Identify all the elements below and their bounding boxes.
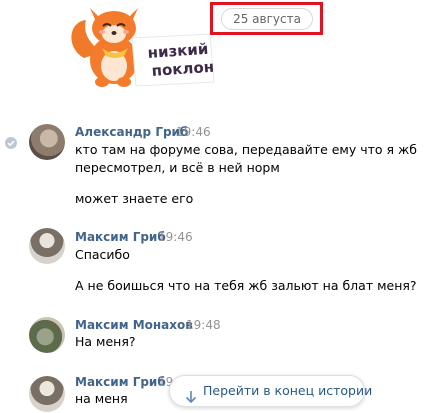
message-text: пересмотрел, и всё в ней норм: [75, 160, 280, 175]
message-text: кто там на форуме сова, передавайте ему …: [75, 142, 417, 157]
jump-to-end-button[interactable]: Перейти в конец истории: [169, 375, 372, 407]
jump-to-end-label: Перейти в конец истории: [203, 383, 373, 398]
read-check-icon[interactable]: [5, 137, 17, 149]
fox-sticker[interactable]: низкий поклон: [62, 0, 222, 92]
message-text: на меня: [75, 391, 128, 406]
message-text: может знаете его: [75, 191, 194, 206]
message-text: На меня?: [75, 334, 136, 349]
message-text: А не боишься что на тебя жб зальют на бл…: [75, 278, 417, 293]
message-author[interactable]: Максим Гриб: [75, 375, 166, 389]
message-author[interactable]: Максим Монахов: [75, 318, 193, 332]
arrow-down-icon: [184, 385, 198, 404]
avatar[interactable]: [29, 228, 65, 264]
avatar[interactable]: [29, 124, 65, 160]
message-text: Спасибо: [75, 247, 130, 262]
fox-icon: низкий поклон: [71, 8, 215, 87]
message-author[interactable]: Александр Гриб: [75, 125, 188, 139]
message-time[interactable]: 19:48: [186, 318, 221, 332]
message-time[interactable]: 19:46: [158, 230, 193, 244]
message-author[interactable]: Максим Гриб: [75, 230, 166, 244]
date-separator: 25 августа: [221, 8, 313, 30]
message-time[interactable]: 19:46: [176, 125, 211, 139]
avatar[interactable]: [29, 317, 65, 353]
avatar[interactable]: [29, 376, 65, 412]
